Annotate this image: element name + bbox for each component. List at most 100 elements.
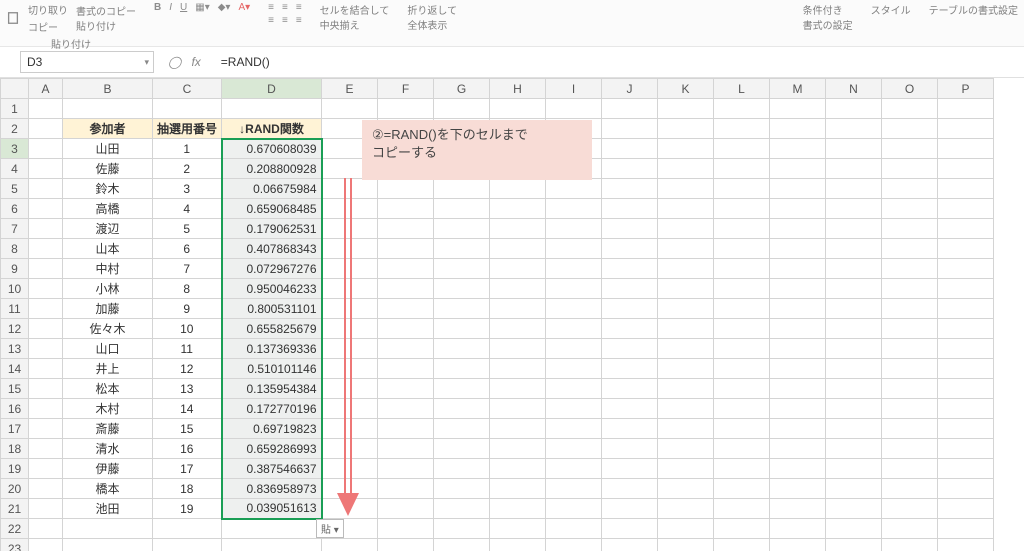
col-header-D[interactable]: D xyxy=(222,79,322,99)
cell[interactable] xyxy=(882,379,938,399)
rand-value[interactable]: 0.135954384 xyxy=(222,379,322,399)
cell[interactable] xyxy=(322,99,378,119)
cell[interactable] xyxy=(714,179,770,199)
cell[interactable] xyxy=(714,499,770,519)
cell[interactable] xyxy=(490,219,546,239)
rand-value[interactable]: 0.655825679 xyxy=(222,319,322,339)
cell[interactable] xyxy=(490,419,546,439)
wrap-group[interactable]: 折り返して 全体表示 xyxy=(407,2,457,32)
cell[interactable] xyxy=(546,259,602,279)
rand-value[interactable]: 0.659068485 xyxy=(222,199,322,219)
cell[interactable] xyxy=(770,259,826,279)
cell[interactable] xyxy=(602,179,658,199)
cell[interactable] xyxy=(938,359,994,379)
cell[interactable] xyxy=(658,99,714,119)
align-center-icon[interactable]: ≡ xyxy=(282,15,288,26)
cell[interactable] xyxy=(434,299,490,319)
formula-bar[interactable]: =RAND() xyxy=(215,55,1024,69)
cell[interactable] xyxy=(29,319,63,339)
bold-button[interactable]: B xyxy=(154,2,161,13)
cell[interactable] xyxy=(714,219,770,239)
cell[interactable] xyxy=(658,319,714,339)
paste-icon[interactable] xyxy=(6,11,20,25)
cell[interactable] xyxy=(770,199,826,219)
cell[interactable] xyxy=(490,179,546,199)
row-header-4[interactable]: 4 xyxy=(1,159,29,179)
cell[interactable] xyxy=(29,439,63,459)
cell[interactable] xyxy=(882,159,938,179)
cell[interactable] xyxy=(882,339,938,359)
header-lottery-no[interactable]: 抽選用番号 xyxy=(153,119,222,139)
cell[interactable] xyxy=(490,359,546,379)
cell[interactable] xyxy=(602,459,658,479)
lottery-number[interactable]: 16 xyxy=(153,439,222,459)
cell[interactable] xyxy=(882,99,938,119)
cell[interactable] xyxy=(434,399,490,419)
cell[interactable] xyxy=(153,519,222,539)
cell[interactable] xyxy=(938,279,994,299)
cell[interactable] xyxy=(490,259,546,279)
row-header-9[interactable]: 9 xyxy=(1,259,29,279)
cell[interactable] xyxy=(434,439,490,459)
cell[interactable] xyxy=(546,279,602,299)
row-header-22[interactable]: 22 xyxy=(1,519,29,539)
cell[interactable] xyxy=(714,199,770,219)
cell[interactable] xyxy=(658,419,714,439)
cell[interactable] xyxy=(938,179,994,199)
cell[interactable] xyxy=(546,239,602,259)
col-header-A[interactable]: A xyxy=(29,79,63,99)
cell[interactable] xyxy=(434,319,490,339)
cell[interactable] xyxy=(938,339,994,359)
row-header-14[interactable]: 14 xyxy=(1,359,29,379)
cell[interactable] xyxy=(658,539,714,551)
rand-value[interactable]: 0.659286993 xyxy=(222,439,322,459)
cell[interactable] xyxy=(546,539,602,551)
cell[interactable] xyxy=(826,359,882,379)
cell[interactable] xyxy=(658,119,714,139)
cell[interactable] xyxy=(490,339,546,359)
rand-value[interactable]: 0.072967276 xyxy=(222,259,322,279)
participant-name[interactable]: 加藤 xyxy=(63,299,153,319)
cell[interactable] xyxy=(714,159,770,179)
cell[interactable] xyxy=(938,439,994,459)
cell[interactable] xyxy=(434,239,490,259)
participant-name[interactable]: 木村 xyxy=(63,399,153,419)
col-header-P[interactable]: P xyxy=(938,79,994,99)
cell[interactable] xyxy=(938,459,994,479)
row-header-18[interactable]: 18 xyxy=(1,439,29,459)
lottery-number[interactable]: 2 xyxy=(153,159,222,179)
cell[interactable] xyxy=(882,539,938,551)
cell[interactable] xyxy=(378,319,434,339)
cell[interactable] xyxy=(602,539,658,551)
rand-value[interactable]: 0.039051613 xyxy=(222,499,322,519)
cell[interactable] xyxy=(938,299,994,319)
align-left-icon[interactable]: ≡ xyxy=(268,15,274,26)
cell[interactable] xyxy=(658,359,714,379)
cell[interactable] xyxy=(882,519,938,539)
rand-value[interactable]: 0.387546637 xyxy=(222,459,322,479)
italic-button[interactable]: I xyxy=(169,2,172,13)
cell[interactable] xyxy=(602,259,658,279)
cell[interactable] xyxy=(602,319,658,339)
cell[interactable] xyxy=(714,239,770,259)
rand-value[interactable]: 0.836958973 xyxy=(222,479,322,499)
row-header-7[interactable]: 7 xyxy=(1,219,29,239)
cell[interactable] xyxy=(714,459,770,479)
cell[interactable] xyxy=(938,159,994,179)
col-header-O[interactable]: O xyxy=(882,79,938,99)
border-button[interactable]: ▦▾ xyxy=(195,2,209,13)
participant-name[interactable]: 池田 xyxy=(63,499,153,519)
row-header-20[interactable]: 20 xyxy=(1,479,29,499)
cell[interactable] xyxy=(602,419,658,439)
rand-value[interactable]: 0.407868343 xyxy=(222,239,322,259)
cell[interactable] xyxy=(938,259,994,279)
cell[interactable] xyxy=(826,459,882,479)
cell[interactable] xyxy=(882,239,938,259)
select-all-corner[interactable] xyxy=(1,79,29,99)
row-header-2[interactable]: 2 xyxy=(1,119,29,139)
row-header-5[interactable]: 5 xyxy=(1,179,29,199)
rand-value[interactable]: 0.950046233 xyxy=(222,279,322,299)
row-header-3[interactable]: 3 xyxy=(1,139,29,159)
cell[interactable] xyxy=(882,279,938,299)
cell[interactable] xyxy=(490,519,546,539)
